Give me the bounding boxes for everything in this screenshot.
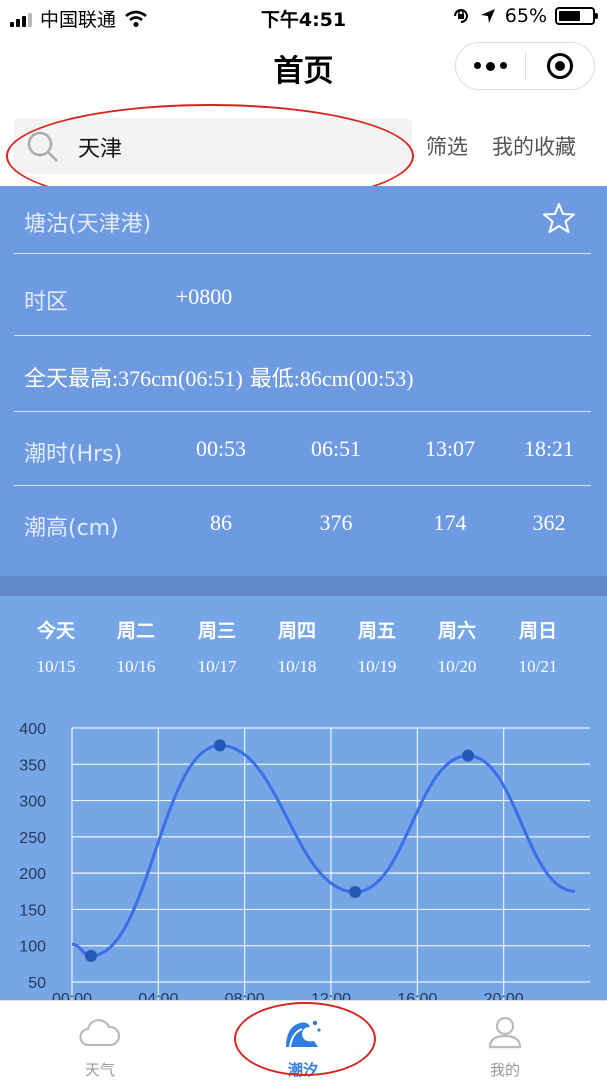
day-name: 今天: [36, 620, 75, 642]
summary-low-label: 最低: [249, 367, 294, 392]
tab-mine[interactable]: 我的: [445, 1013, 565, 1080]
filter-button[interactable]: 筛选: [426, 131, 468, 161]
tide-time-value: 18:21: [523, 436, 575, 461]
day-tab[interactable]: 周日 10/21: [498, 616, 578, 677]
day-name: 周五: [357, 620, 396, 642]
battery-icon: [555, 7, 598, 25]
tide-time-value: 00:53: [195, 436, 247, 461]
tide-height-value: 86: [210, 510, 232, 535]
battery-percent: 65%: [504, 5, 547, 27]
tide-chart-panel: 今天 10/15 周二 10/16 周三 10/17 周四 10/18 周五 10/19 …: [0, 596, 607, 1000]
station-row: 塘沽(天津港): [14, 186, 591, 254]
day-date: 10/20: [437, 657, 477, 676]
summary-row: 全天最高:376cm(06:51) 最低:86cm(00:53): [14, 336, 591, 412]
tide-info-panel: 塘沽(天津港) 时区 +0800 全天最高:376cm(06:51) 最低:86…: [0, 186, 607, 576]
day-tab[interactable]: 周四 10/18: [257, 616, 337, 677]
day-date: 10/17: [197, 657, 237, 676]
tide-heights-row: 潮高(cm) 86 376 174 362: [14, 486, 591, 560]
tide-extreme-point: [349, 886, 362, 899]
y-tick-label: 50: [28, 975, 46, 992]
tab-mine-label: 我的: [489, 1061, 520, 1079]
nav-bar: 首页: [0, 34, 607, 100]
day-name: 周三: [197, 620, 236, 642]
battery-fill: [559, 11, 580, 21]
day-name: 周四: [277, 620, 316, 642]
star-icon[interactable]: [543, 202, 575, 234]
summary-high-value: :376cm(06:51): [112, 366, 243, 391]
user-icon: [488, 1016, 522, 1049]
day-name: 周二: [116, 620, 155, 642]
tide-times-label: 潮时(Hrs): [24, 442, 123, 467]
more-icon: [473, 61, 507, 71]
day-tab[interactable]: 周三 10/17: [177, 616, 257, 677]
tide-height-value: 174: [433, 510, 467, 535]
y-tick-label: 150: [19, 902, 46, 919]
day-name: 周六: [437, 620, 476, 642]
x-tick-label: 16:00: [397, 991, 437, 1000]
tab-weather[interactable]: 天气: [40, 1013, 160, 1080]
tab-tide-label: 潮汐: [287, 1061, 318, 1079]
timezone-row: 时区 +0800: [14, 254, 591, 336]
more-button[interactable]: [456, 43, 525, 89]
orientation-lock-icon: [453, 9, 468, 23]
summary-text: 全天最高:376cm(06:51) 最低:86cm(00:53): [24, 361, 414, 393]
day-tab[interactable]: 今天 10/15: [16, 616, 96, 677]
tab-bar: 天气 潮汐 我的: [0, 1000, 607, 1080]
y-tick-label: 200: [19, 866, 46, 883]
cloud-icon: [79, 1019, 121, 1047]
tide-times-row: 潮时(Hrs) 00:53 06:51 13:07 18:21: [14, 412, 591, 486]
wave-icon: [286, 1020, 321, 1048]
close-miniprogram-button[interactable]: [526, 43, 595, 89]
search-bar: 天津 筛选 我的收藏: [0, 100, 607, 186]
section-divider: [0, 576, 607, 596]
summary-high-label: 全天最高: [24, 367, 113, 392]
day-tab[interactable]: 周五 10/19: [337, 616, 417, 677]
tide-chart: 50 100 150 200 250 300 350 400 00:00 04:00 08:00 12…: [19, 721, 590, 1000]
y-tick-label: 400: [19, 721, 46, 738]
day-date: 10/16: [116, 657, 156, 676]
tide-extreme-point: [462, 749, 475, 762]
tab-weather-label: 天气: [84, 1061, 115, 1079]
day-tab[interactable]: 周六 10/20: [417, 616, 497, 677]
timezone-value: +0800: [175, 284, 233, 309]
status-bar: 中国联通 下午4:51 65%: [0, 0, 607, 34]
y-tick-label: 350: [19, 757, 46, 774]
search-value: 天津: [78, 137, 123, 162]
timezone-label: 时区: [24, 290, 69, 315]
y-tick-label: 100: [19, 939, 46, 956]
x-tick-label: 20:00: [484, 991, 524, 1000]
x-tick-label: 12:00: [311, 991, 351, 1000]
tide-height-value: 376: [319, 510, 353, 535]
x-tick-label: 08:00: [225, 991, 265, 1000]
day-date: 10/15: [36, 657, 76, 676]
search-input[interactable]: 天津: [14, 118, 412, 174]
tide-height-value: 362: [532, 510, 566, 535]
tide-time-value: 13:07: [424, 436, 476, 461]
status-right: 65%: [451, 5, 598, 27]
favorites-button[interactable]: 我的收藏: [492, 131, 576, 161]
day-name: 周日: [518, 620, 557, 642]
tide-extreme-point: [84, 949, 97, 962]
miniprogram-capsule: [455, 42, 595, 90]
location-arrow-icon: [480, 9, 495, 23]
y-tick-label: 250: [19, 830, 46, 847]
tide-heights-label: 潮高(cm): [24, 516, 119, 541]
target-icon: [546, 53, 573, 79]
day-date: 10/21: [518, 657, 558, 676]
summary-low-value: :86cm(00:53): [293, 366, 414, 391]
day-date: 10/18: [277, 657, 317, 676]
station-name: 塘沽(天津港): [24, 212, 152, 237]
day-date: 10/19: [357, 657, 397, 676]
tide-curve: [71, 743, 576, 958]
search-icon: [27, 131, 58, 162]
x-tick-label: 04:00: [138, 991, 178, 1000]
x-tick-label: 00:00: [52, 991, 92, 1000]
tab-tide[interactable]: 潮汐: [243, 1013, 363, 1080]
tide-time-value: 06:51: [310, 436, 362, 461]
y-tick-label: 300: [19, 794, 46, 811]
tide-extreme-point: [213, 739, 226, 752]
day-tab[interactable]: 周二 10/16: [96, 616, 176, 677]
